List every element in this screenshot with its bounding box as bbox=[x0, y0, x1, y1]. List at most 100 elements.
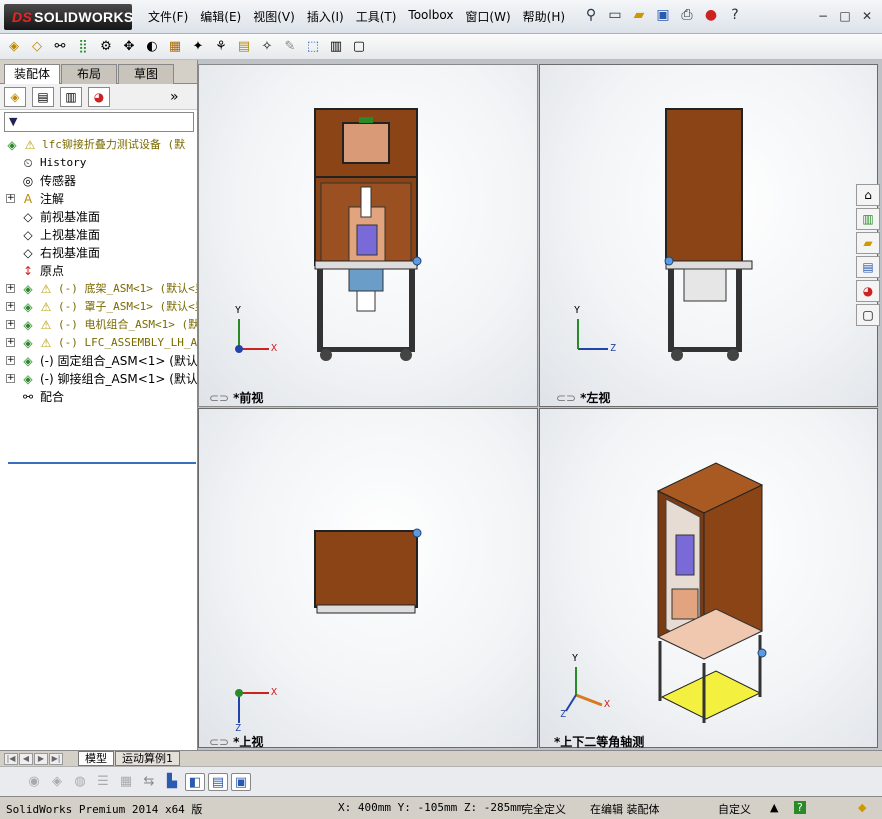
tree-filter-input[interactable]: ▼ bbox=[4, 112, 194, 132]
tree-item[interactable]: ⏲ History bbox=[0, 154, 197, 172]
viewport-top[interactable]: X Z ⊂⊃ *上视 bbox=[198, 408, 538, 749]
pin-status-icon[interactable]: ◆ bbox=[858, 801, 866, 814]
custom-properties-icon[interactable]: ▢ bbox=[856, 304, 880, 326]
help-icon[interactable]: ? bbox=[726, 5, 744, 25]
print-icon[interactable]: ⎙ bbox=[678, 5, 696, 25]
help-status-icon[interactable]: ? bbox=[794, 801, 806, 814]
configuration-manager-icon[interactable]: ▥ bbox=[60, 86, 82, 107]
smart-fasteners-icon[interactable]: ⚙ bbox=[96, 38, 116, 56]
maximize-icon[interactable]: □ bbox=[836, 8, 854, 24]
close-icon[interactable]: ✕ bbox=[858, 8, 876, 24]
tab-assembly[interactable]: 装配体 bbox=[4, 64, 60, 84]
menu-edit[interactable]: 编辑(E) bbox=[200, 8, 241, 25]
expand-icon[interactable]: + bbox=[6, 284, 15, 293]
tree-item[interactable]: + ◈ ⚠ (-) LFC_ASSEMBLY_LH_ASM bbox=[0, 334, 197, 352]
expand-icon[interactable]: + bbox=[6, 302, 15, 311]
assembly-features-icon[interactable]: ▦ bbox=[165, 38, 185, 56]
expand-icon[interactable]: + bbox=[6, 338, 15, 347]
tree-item[interactable]: + ◈ (-) 铆接组合_ASM<1> (默认< bbox=[0, 370, 197, 388]
tree-item[interactable]: ↕ 原点 bbox=[0, 262, 197, 280]
bill-of-materials-icon[interactable]: ▤ bbox=[234, 38, 254, 56]
last-tab-icon[interactable]: ▶| bbox=[49, 753, 63, 765]
mate-icon[interactable]: ⚯ bbox=[50, 38, 70, 56]
tree-item[interactable]: + ◈ ⚠ (-) 底架_ASM<1> (默认<显 bbox=[0, 280, 197, 298]
property-manager-icon[interactable]: ▤ bbox=[32, 86, 54, 107]
report-icon[interactable]: ▣ bbox=[231, 772, 251, 791]
speedpak-icon[interactable]: ▥ bbox=[326, 38, 346, 56]
component-pattern-icon[interactable]: ⣿ bbox=[73, 38, 93, 56]
reference-geometry-icon[interactable]: ✦ bbox=[188, 38, 208, 56]
save-icon[interactable]: ▣ bbox=[654, 5, 672, 25]
expand-icon[interactable]: + bbox=[6, 356, 15, 365]
snapshot-icon[interactable]: ▢ bbox=[349, 38, 369, 56]
tab-layout[interactable]: 布局 bbox=[61, 64, 117, 84]
tree-item[interactable]: + ◈ ⚠ (-) 电机组合_ASM<1> (默认 bbox=[0, 316, 197, 334]
first-tab-icon[interactable]: |◀ bbox=[4, 753, 18, 765]
stop-icon[interactable]: ◈ bbox=[47, 773, 67, 791]
new-motion-study-icon[interactable]: ⚘ bbox=[211, 38, 231, 56]
grid-icon[interactable]: ▦ bbox=[116, 773, 136, 791]
show-hidden-icon[interactable]: ◐ bbox=[142, 38, 162, 56]
design-library-icon[interactable]: ▥ bbox=[856, 208, 880, 230]
appearances-icon[interactable]: ◕ bbox=[856, 280, 880, 302]
menu-toolbox[interactable]: Toolbox bbox=[408, 8, 453, 25]
tree-item[interactable]: + ◈ ⚠ (-) 罩子_ASM<1> (默认<显 bbox=[0, 298, 197, 316]
instant3d-icon[interactable]: ⬚ bbox=[303, 38, 323, 56]
timeline-icon[interactable]: ⇆ bbox=[139, 773, 159, 791]
tab-motion-study[interactable]: 运动算例1 bbox=[115, 751, 180, 766]
menu-window[interactable]: 窗口(W) bbox=[465, 8, 510, 25]
units-dropdown-icon[interactable]: ▲ bbox=[770, 801, 778, 814]
minimize-icon[interactable]: − bbox=[814, 8, 832, 24]
table-icon[interactable]: ▤ bbox=[208, 772, 228, 791]
tab-model[interactable]: 模型 bbox=[78, 751, 114, 766]
tree-item[interactable]: ⚯ 配合 bbox=[0, 388, 197, 406]
menu-view[interactable]: 视图(V) bbox=[253, 8, 295, 25]
tree-item[interactable]: ◇ 右视基准面 bbox=[0, 244, 197, 262]
tree-item[interactable]: + A 注解 bbox=[0, 190, 197, 208]
insert-component-icon[interactable]: ◈ bbox=[4, 38, 24, 56]
menu-tools[interactable]: 工具(T) bbox=[356, 8, 397, 25]
pin-icon[interactable]: ⚲ bbox=[582, 5, 600, 25]
plane-icon: ◇ bbox=[23, 246, 33, 260]
new-part-icon[interactable]: ◇ bbox=[27, 38, 47, 56]
units-selector[interactable]: 自定义 bbox=[718, 801, 751, 817]
chart-icon[interactable]: ▙ bbox=[162, 773, 182, 791]
view-palette-icon[interactable]: ▤ bbox=[856, 256, 880, 278]
play-icon[interactable]: ◉ bbox=[24, 773, 44, 791]
viewport-front[interactable]: Y X ⊂⊃ *前视 bbox=[198, 64, 538, 407]
open-folder-icon[interactable]: ▰ bbox=[630, 5, 648, 25]
move-component-icon[interactable]: ✥ bbox=[119, 38, 139, 56]
tree-item[interactable]: + ◈ (-) 固定组合_ASM<1> (默认< bbox=[0, 352, 197, 370]
viewport-left[interactable]: Y Z ⊂⊃ *左视 bbox=[539, 64, 878, 407]
rollback-bar[interactable] bbox=[8, 462, 196, 464]
rebuild-traffic-light-icon[interactable]: ● bbox=[702, 5, 720, 25]
tree-item[interactable]: ◇ 上视基准面 bbox=[0, 226, 197, 244]
feature-manager-icon[interactable]: ◈ bbox=[4, 86, 26, 107]
prev-tab-icon[interactable]: ◀ bbox=[19, 753, 33, 765]
model-tabs: 模型 运动算例1 bbox=[78, 751, 181, 766]
viewport-isometric[interactable]: Y X Z *上下二等角轴测 bbox=[539, 408, 878, 749]
record-icon[interactable]: ◍ bbox=[70, 773, 90, 791]
view-icon[interactable]: ◧ bbox=[185, 772, 205, 791]
home-icon[interactable]: ⌂ bbox=[856, 184, 880, 206]
solidworks-logo[interactable]: DS SOLIDWORKS bbox=[4, 4, 133, 30]
list-icon[interactable]: ☰ bbox=[93, 773, 113, 791]
next-tab-icon[interactable]: ▶ bbox=[34, 753, 48, 765]
tree-item[interactable]: ◈ ⚠ lfc铆接折叠力测试设备 (默 bbox=[0, 136, 197, 154]
menu-insert[interactable]: 插入(I) bbox=[307, 8, 344, 25]
tab-sketch[interactable]: 草图 bbox=[118, 64, 174, 84]
expand-icon[interactable]: + bbox=[6, 194, 15, 203]
tree-item[interactable]: ◎ 传感器 bbox=[0, 172, 197, 190]
expand-icon[interactable]: + bbox=[6, 374, 15, 383]
menu-file[interactable]: 文件(F) bbox=[148, 8, 188, 25]
menu-help[interactable]: 帮助(H) bbox=[523, 8, 565, 25]
file-explorer-icon[interactable]: ▰ bbox=[856, 232, 880, 254]
tree-item[interactable]: ◇ 前视基准面 bbox=[0, 208, 197, 226]
graphics-area[interactable]: ⊕ ⊙ ↶ ◧ ⬡ ◼ 👁 ◕ ◑ ▣ ▦ ▤ − ▢ ✕ Y bbox=[198, 60, 882, 750]
exploded-view-icon[interactable]: ✧ bbox=[257, 38, 277, 56]
expand-icon[interactable]: + bbox=[6, 320, 15, 329]
display-manager-icon[interactable]: ◕ bbox=[88, 86, 110, 107]
explode-line-sketch-icon[interactable]: ✎ bbox=[280, 38, 300, 56]
expand-panel-icon[interactable]: » bbox=[170, 89, 179, 105]
new-document-icon[interactable]: ▭ bbox=[606, 5, 624, 25]
